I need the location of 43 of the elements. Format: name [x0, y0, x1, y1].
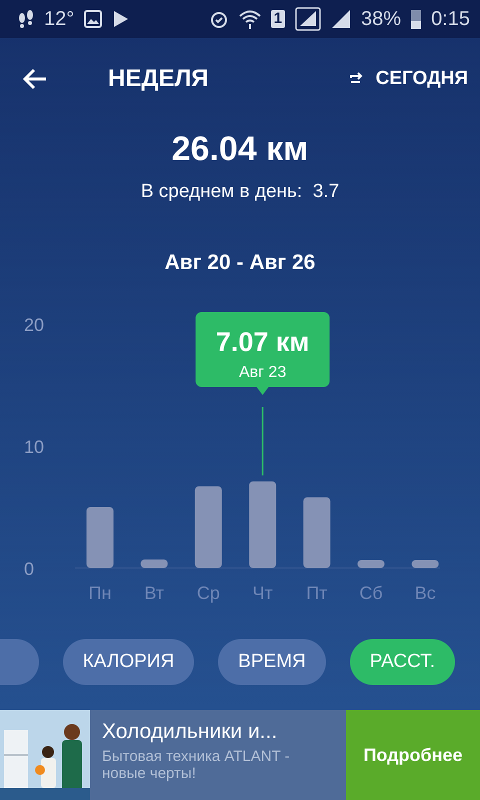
- axis-label: 10: [24, 437, 44, 457]
- signal-icon: [331, 9, 352, 29]
- axis-label: 0: [24, 559, 34, 579]
- footprints-icon: [18, 9, 34, 29]
- today-button[interactable]: СЕГОДНЯ: [348, 64, 468, 94]
- tooltip-date: Авг 23: [238, 364, 286, 381]
- temperature: 12°: [44, 8, 74, 30]
- daily-average: В среднем в день: 3.7: [140, 181, 340, 203]
- battery-icon: [411, 9, 422, 29]
- sim-indicator: 1: [270, 10, 286, 28]
- day-label: Чт: [252, 583, 273, 603]
- page-title: НЕДЕЛЯ: [108, 65, 210, 93]
- ad-text: Бытовая техника ATLANT - новые черты!: [102, 748, 291, 782]
- metric-tab[interactable]: КАЛОРИЯ: [62, 639, 194, 685]
- ad-banner[interactable]: Холодильники и... Бытовая техника ATLANT - новые черты! Подробнее: [0, 710, 480, 800]
- metric-tab[interactable]: ВРЕМЯ: [218, 639, 326, 685]
- image-icon: [84, 10, 102, 28]
- day-label: Вт: [144, 583, 164, 603]
- refresh-icon: [348, 72, 364, 86]
- more-button[interactable]: Подробнее: [346, 710, 480, 800]
- bar[interactable]: [303, 497, 330, 568]
- clock: 0:15: [431, 8, 470, 30]
- battery-percent: 38%: [361, 8, 402, 30]
- wifi-icon: [238, 9, 261, 29]
- ad-title: Холодильники и...: [102, 720, 278, 744]
- bar[interactable]: [249, 481, 276, 568]
- alarm-icon: [208, 9, 229, 29]
- signal-icon: [295, 7, 322, 31]
- tooltip-value: 7.07 км: [216, 327, 310, 357]
- bar[interactable]: [358, 560, 384, 568]
- day-label: Вс: [414, 583, 436, 603]
- day-label: Пн: [88, 583, 112, 603]
- total-distance: 26.04 км: [170, 130, 310, 169]
- bar[interactable]: [194, 486, 222, 568]
- day-label: Ср: [196, 583, 220, 603]
- bar[interactable]: [140, 559, 168, 568]
- day-label: Сб: [359, 583, 383, 603]
- day-label: Пт: [306, 583, 328, 603]
- axis-label: 20: [24, 315, 44, 335]
- date-range: Авг 20 - Авг 26: [164, 251, 316, 275]
- back-arrow-icon[interactable]: [22, 68, 48, 90]
- play-store-icon: [112, 10, 130, 28]
- bar[interactable]: [412, 560, 439, 568]
